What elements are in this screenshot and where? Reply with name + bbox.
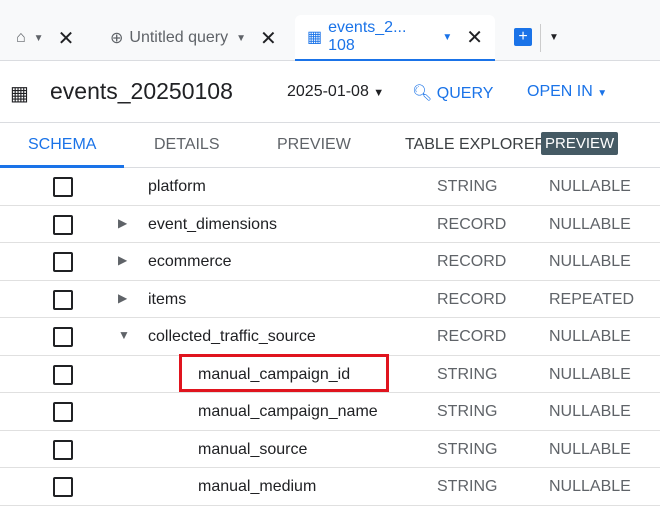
field-mode: REPEATED: [549, 290, 635, 308]
chevron-down-icon[interactable]: ▼: [34, 33, 44, 44]
row-checkbox[interactable]: [53, 364, 73, 385]
field-type: STRING: [437, 178, 498, 195]
field-type: RECORD: [437, 328, 507, 345]
open-in-button[interactable]: OPEN IN ▼: [527, 83, 607, 101]
field-type: RECORD: [437, 253, 507, 270]
field-type: STRING: [437, 440, 498, 458]
expand-icon[interactable]: ▶: [118, 291, 127, 305]
row-checkbox[interactable]: [53, 327, 73, 347]
field-type: STRING: [437, 403, 498, 420]
detail-tabs: SCHEMA DETAILS PREVIEW TABLE EXPLORER PR…: [0, 123, 660, 168]
field-mode: NULLABLE: [549, 440, 631, 458]
table-row: platform STRING NULLABLE: [0, 168, 660, 206]
date-selector[interactable]: 2025-01-08 ▼: [287, 83, 384, 101]
expand-icon[interactable]: ▶: [118, 253, 127, 267]
table-icon: ▦: [307, 29, 323, 46]
row-checkbox[interactable]: [53, 289, 73, 310]
table-row: ▶ items RECORD REPEATED: [0, 281, 660, 318]
query-icon: ⊕: [110, 30, 124, 47]
table-header: ▦ events_20250108 2025-01-08 ▼ 🔍︎ QUERY …: [0, 61, 660, 123]
expand-icon[interactable]: ▶: [118, 216, 127, 230]
close-icon[interactable]: ✕: [260, 26, 277, 51]
table-row: manual_campaign_name STRING NULLABLE: [0, 393, 660, 431]
chevron-down-icon[interactable]: ▼: [236, 33, 246, 44]
query-button[interactable]: 🔍︎ QUERY: [412, 83, 493, 103]
field-type: RECORD: [437, 215, 507, 233]
tab-table-explorer[interactable]: TABLE EXPLORER: [405, 136, 546, 154]
tab-events-table[interactable]: ▦ events_2... 108 ▼ ✕: [295, 15, 495, 61]
table-icon: ▦: [10, 83, 29, 105]
field-type: RECORD: [437, 290, 507, 308]
table-row: ▶ ecommerce RECORD NULLABLE: [0, 243, 660, 281]
field-name: platform: [148, 178, 206, 195]
tab-bar: ⌂ ▼ ✕ ⊕ Untitled query ▼ ✕ ▦ events_2... 108 ▼ ✕…: [0, 0, 660, 61]
collapse-icon[interactable]: ▼: [118, 328, 130, 342]
row-checkbox[interactable]: [53, 252, 73, 272]
preview-badge: PREVIEW: [541, 132, 619, 155]
field-mode: NULLABLE: [549, 178, 631, 195]
field-name: collected_traffic_source: [148, 328, 316, 345]
field-mode: NULLABLE: [549, 403, 631, 420]
field-name: ecommerce: [148, 253, 232, 270]
tab-schema[interactable]: SCHEMA: [28, 136, 96, 154]
field-name: items: [148, 290, 187, 308]
tab-preview[interactable]: PREVIEW: [277, 136, 351, 154]
field-name: manual_source: [198, 440, 308, 458]
page-title: events_20250108: [50, 78, 233, 104]
field-mode: NULLABLE: [549, 365, 631, 383]
search-icon: 🔍︎: [412, 85, 433, 102]
row-checkbox[interactable]: [53, 214, 73, 235]
tab-home[interactable]: ⌂ ▼ ✕: [16, 15, 74, 61]
tab-details[interactable]: DETAILS: [154, 136, 220, 154]
field-mode: NULLABLE: [549, 253, 631, 270]
field-name: manual_campaign_name: [198, 403, 378, 420]
field-mode: NULLABLE: [549, 215, 631, 233]
table-row: ▶ event_dimensions RECORD NULLABLE: [0, 206, 660, 243]
table-row: manual_medium STRING NULLABLE: [0, 468, 660, 506]
field-mode: NULLABLE: [549, 328, 631, 345]
row-checkbox[interactable]: [53, 177, 73, 197]
close-icon[interactable]: ✕: [466, 25, 483, 50]
field-name: event_dimensions: [148, 215, 277, 233]
table-row: ▼ collected_traffic_source RECORD NULLABLE: [0, 318, 660, 356]
close-icon[interactable]: ✕: [58, 26, 75, 51]
table-row: manual_source STRING NULLABLE: [0, 431, 660, 468]
home-icon: ⌂: [16, 29, 26, 46]
chevron-down-icon[interactable]: ▼: [442, 32, 452, 43]
field-type: STRING: [437, 478, 498, 495]
row-checkbox[interactable]: [53, 402, 73, 422]
field-mode: NULLABLE: [549, 478, 631, 495]
tab-untitled-query[interactable]: ⊕ Untitled query ▼ ✕: [110, 15, 277, 61]
highlight-box: [179, 354, 389, 392]
add-tab-button[interactable]: +: [514, 28, 532, 46]
row-checkbox[interactable]: [53, 439, 73, 460]
tab-list-dropdown[interactable]: ▼: [540, 24, 559, 52]
field-name: manual_medium: [198, 478, 317, 495]
field-type: STRING: [437, 365, 498, 383]
row-checkbox[interactable]: [53, 477, 73, 497]
